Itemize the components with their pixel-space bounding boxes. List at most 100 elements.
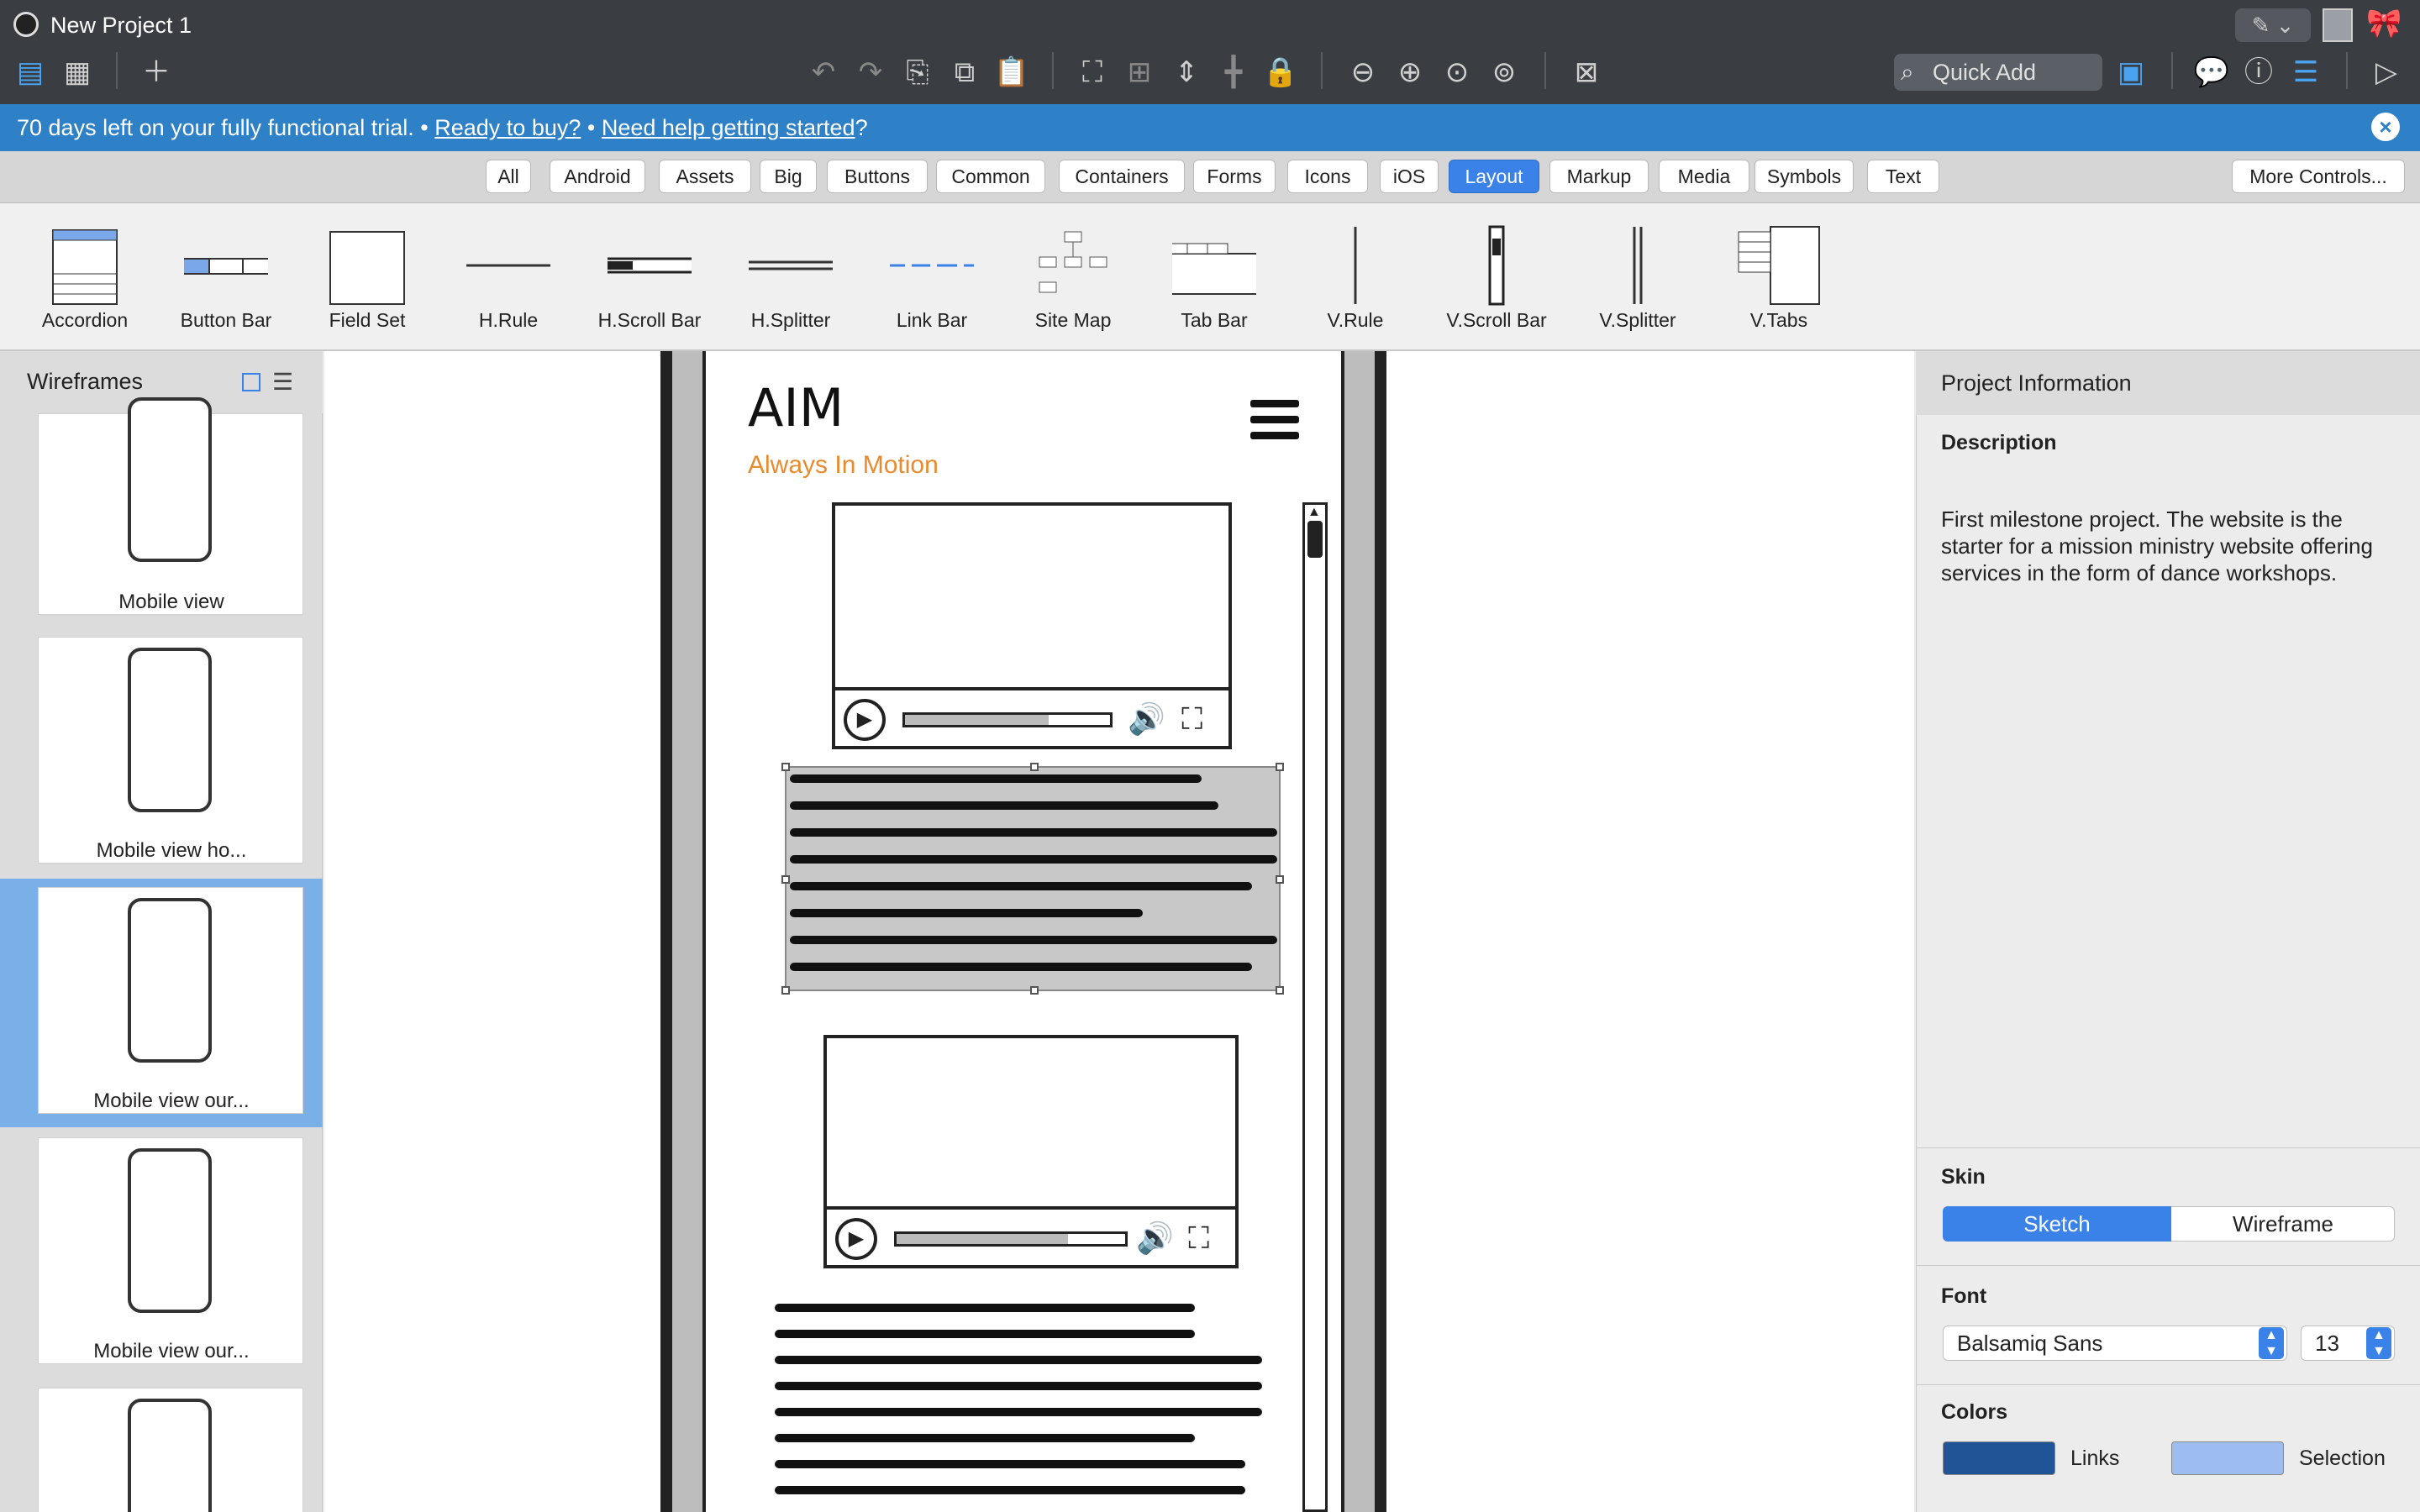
placeholder-text-line	[790, 828, 1277, 837]
scroll-up-icon[interactable]: ▲	[1307, 506, 1321, 519]
buy-link[interactable]: Ready to buy?	[434, 115, 581, 140]
category-common[interactable]: Common	[936, 160, 1045, 193]
category-containers[interactable]: Containers	[1059, 160, 1185, 193]
add-icon[interactable]: ＋	[134, 50, 178, 94]
library-tab-bar[interactable]: Tab Bar	[1151, 218, 1277, 344]
font-size-arrow-icon[interactable]: ▲ ▼	[2366, 1327, 2391, 1359]
library-site-map[interactable]: Site Map	[1010, 218, 1136, 344]
paste-icon[interactable]: 📋	[990, 50, 1034, 94]
library-thumbnail	[1455, 223, 1539, 307]
wireframe-card[interactable]: Mobile view our...	[38, 887, 303, 1114]
zoom-in-icon[interactable]: ⊕	[1388, 50, 1432, 94]
category-buttons[interactable]: Buttons	[827, 160, 928, 193]
placeholder-text-line	[790, 909, 1143, 917]
video-player[interactable]: ▶ 🔊 ⛶	[832, 502, 1232, 749]
mockup-scrollbar[interactable]	[1302, 502, 1328, 1512]
library-v-rule[interactable]: V.Rule	[1292, 218, 1418, 344]
video-progress[interactable]	[902, 712, 1113, 727]
description-text[interactable]: First milestone project. The website is …	[1941, 506, 2395, 586]
category-ios[interactable]: iOS	[1380, 160, 1439, 193]
font-select-arrow-icon[interactable]: ▲ ▼	[2259, 1327, 2284, 1359]
category-icons[interactable]: Icons	[1287, 160, 1368, 193]
volume-icon[interactable]: 🔊	[1128, 701, 1165, 738]
align-icon[interactable]: ╋	[1212, 50, 1255, 94]
undo-icon[interactable]: ↶	[802, 50, 845, 94]
lock-icon[interactable]: 🔒	[1259, 50, 1302, 94]
wireframe-card[interactable]	[38, 1388, 303, 1512]
category-big[interactable]: Big	[760, 160, 817, 193]
category-android[interactable]: Android	[550, 160, 645, 193]
font-select[interactable]: Balsamiq Sans	[1943, 1326, 2287, 1361]
user-avatar[interactable]	[2323, 8, 2353, 42]
grid-view-icon[interactable]: ▦	[55, 50, 99, 94]
library-accordion[interactable]: Accordion	[22, 218, 148, 344]
library-h-splitter[interactable]: H.Splitter	[728, 218, 854, 344]
presentation-icon[interactable]: ▷	[2365, 50, 2408, 94]
mockup-logo[interactable]: AIM	[748, 376, 844, 440]
category-assets[interactable]: Assets	[659, 160, 751, 193]
close-banner-icon[interactable]: ×	[2371, 113, 2400, 141]
thumbnail-view-icon[interactable]	[242, 373, 260, 391]
comment-icon[interactable]: 💬	[2190, 50, 2233, 94]
fullscreen-icon[interactable]: ⛶	[1188, 1220, 1209, 1257]
info-icon[interactable]: ⓘ	[2237, 50, 2281, 94]
wireframes-title: Wireframes	[27, 369, 144, 394]
library-thumbnail	[43, 223, 127, 307]
wireframe-label: Mobile view	[118, 591, 224, 613]
category-markup[interactable]: Markup	[1549, 160, 1649, 193]
library-field-set[interactable]: Field Set	[304, 218, 430, 344]
skin-sketch-option[interactable]: Sketch	[1943, 1206, 2171, 1242]
category-all[interactable]: All	[486, 160, 531, 193]
arrange-icon[interactable]: ⇕	[1165, 50, 1208, 94]
category-media[interactable]: Media	[1659, 160, 1749, 193]
library-v-splitter[interactable]: V.Splitter	[1575, 218, 1701, 344]
gift-icon[interactable]: 🎀	[2366, 5, 2402, 42]
wireframe-card[interactable]: Mobile view our...	[38, 1137, 303, 1364]
ungroup-icon[interactable]: ⊞	[1118, 50, 1161, 94]
wireframe-card[interactable]: Mobile view ho...	[38, 637, 303, 864]
category-layout[interactable]: Layout	[1449, 160, 1539, 193]
selected-text-block[interactable]	[785, 766, 1281, 991]
copy-icon[interactable]: ⎘	[896, 50, 939, 94]
hamburger-menu-icon[interactable]	[1250, 400, 1299, 440]
zoom-fit-icon[interactable]: ⊚	[1482, 50, 1526, 94]
list-view-icon[interactable]: ☰	[272, 370, 293, 395]
play-icon[interactable]: ▶	[844, 699, 886, 741]
redo-icon[interactable]: ↷	[849, 50, 892, 94]
library-h-rule[interactable]: H.Rule	[445, 218, 571, 344]
library-button-bar[interactable]: Button Bar	[163, 218, 289, 344]
help-link[interactable]: Need help getting started	[602, 115, 855, 140]
video-player[interactable]: ▶ 🔊 ⛶	[823, 1035, 1239, 1268]
skin-wireframe-option[interactable]: Wireframe	[2171, 1206, 2395, 1242]
scroll-thumb[interactable]	[1307, 521, 1323, 558]
library-v-scroll-bar[interactable]: V.Scroll Bar	[1434, 218, 1560, 344]
zoom-out-icon[interactable]: ⊖	[1341, 50, 1385, 94]
library-link-bar[interactable]: Link Bar	[869, 218, 995, 344]
divider	[1916, 1265, 2420, 1266]
edit-mode-button[interactable]: ✎ ⌄	[2235, 8, 2311, 42]
single-view-icon[interactable]: ▤	[8, 50, 52, 94]
selection-color-swatch[interactable]	[2171, 1441, 2284, 1475]
wireframe-card[interactable]: Mobile view	[38, 397, 303, 615]
project-info-title: Project Information	[1941, 370, 2132, 396]
volume-icon[interactable]: 🔊	[1136, 1220, 1174, 1257]
links-color-swatch[interactable]	[1943, 1441, 2055, 1475]
play-icon[interactable]: ▶	[835, 1218, 877, 1260]
more-controls-button[interactable]: More Controls...	[2232, 160, 2405, 193]
zoom-actual-icon[interactable]: ⊙	[1435, 50, 1479, 94]
category-forms[interactable]: Forms	[1193, 160, 1276, 193]
properties-icon[interactable]: ☰	[2284, 50, 2328, 94]
font-label: Font	[1941, 1284, 1987, 1308]
category-symbols[interactable]: Symbols	[1754, 160, 1854, 193]
library-v-tabs[interactable]: V.Tabs	[1716, 218, 1842, 344]
group-icon[interactable]: ⛶	[1071, 50, 1114, 94]
library-thumbnail	[450, 223, 567, 307]
video-progress[interactable]	[894, 1231, 1128, 1247]
category-text[interactable]: Text	[1867, 160, 1939, 193]
duplicate-icon[interactable]: ⧉	[943, 50, 986, 94]
library-h-scroll-bar[interactable]: H.Scroll Bar	[587, 218, 713, 344]
fullscreen-icon[interactable]: ⛶	[1181, 701, 1202, 738]
mockup-tagline[interactable]: Always In Motion	[748, 449, 939, 482]
delete-icon[interactable]: ⊠	[1565, 50, 1608, 94]
quick-add-browse-icon[interactable]: ▣	[2109, 50, 2153, 94]
